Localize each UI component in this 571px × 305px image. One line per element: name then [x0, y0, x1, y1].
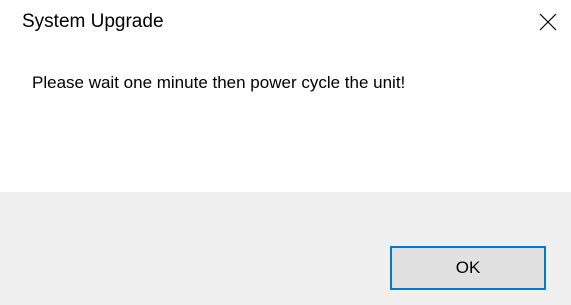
ok-button[interactable]: OK — [390, 246, 546, 290]
dialog-body — [0, 44, 571, 192]
title-bar[interactable]: System Upgrade — [0, 0, 571, 44]
dialog-message: Please wait one minute then power cycle … — [32, 73, 406, 92]
close-button[interactable] — [525, 0, 571, 44]
message-dialog: System Upgrade Please wait one minute th… — [0, 0, 571, 305]
close-icon — [539, 13, 557, 31]
button-bar: OK — [0, 192, 571, 305]
window-title: System Upgrade — [22, 11, 164, 32]
